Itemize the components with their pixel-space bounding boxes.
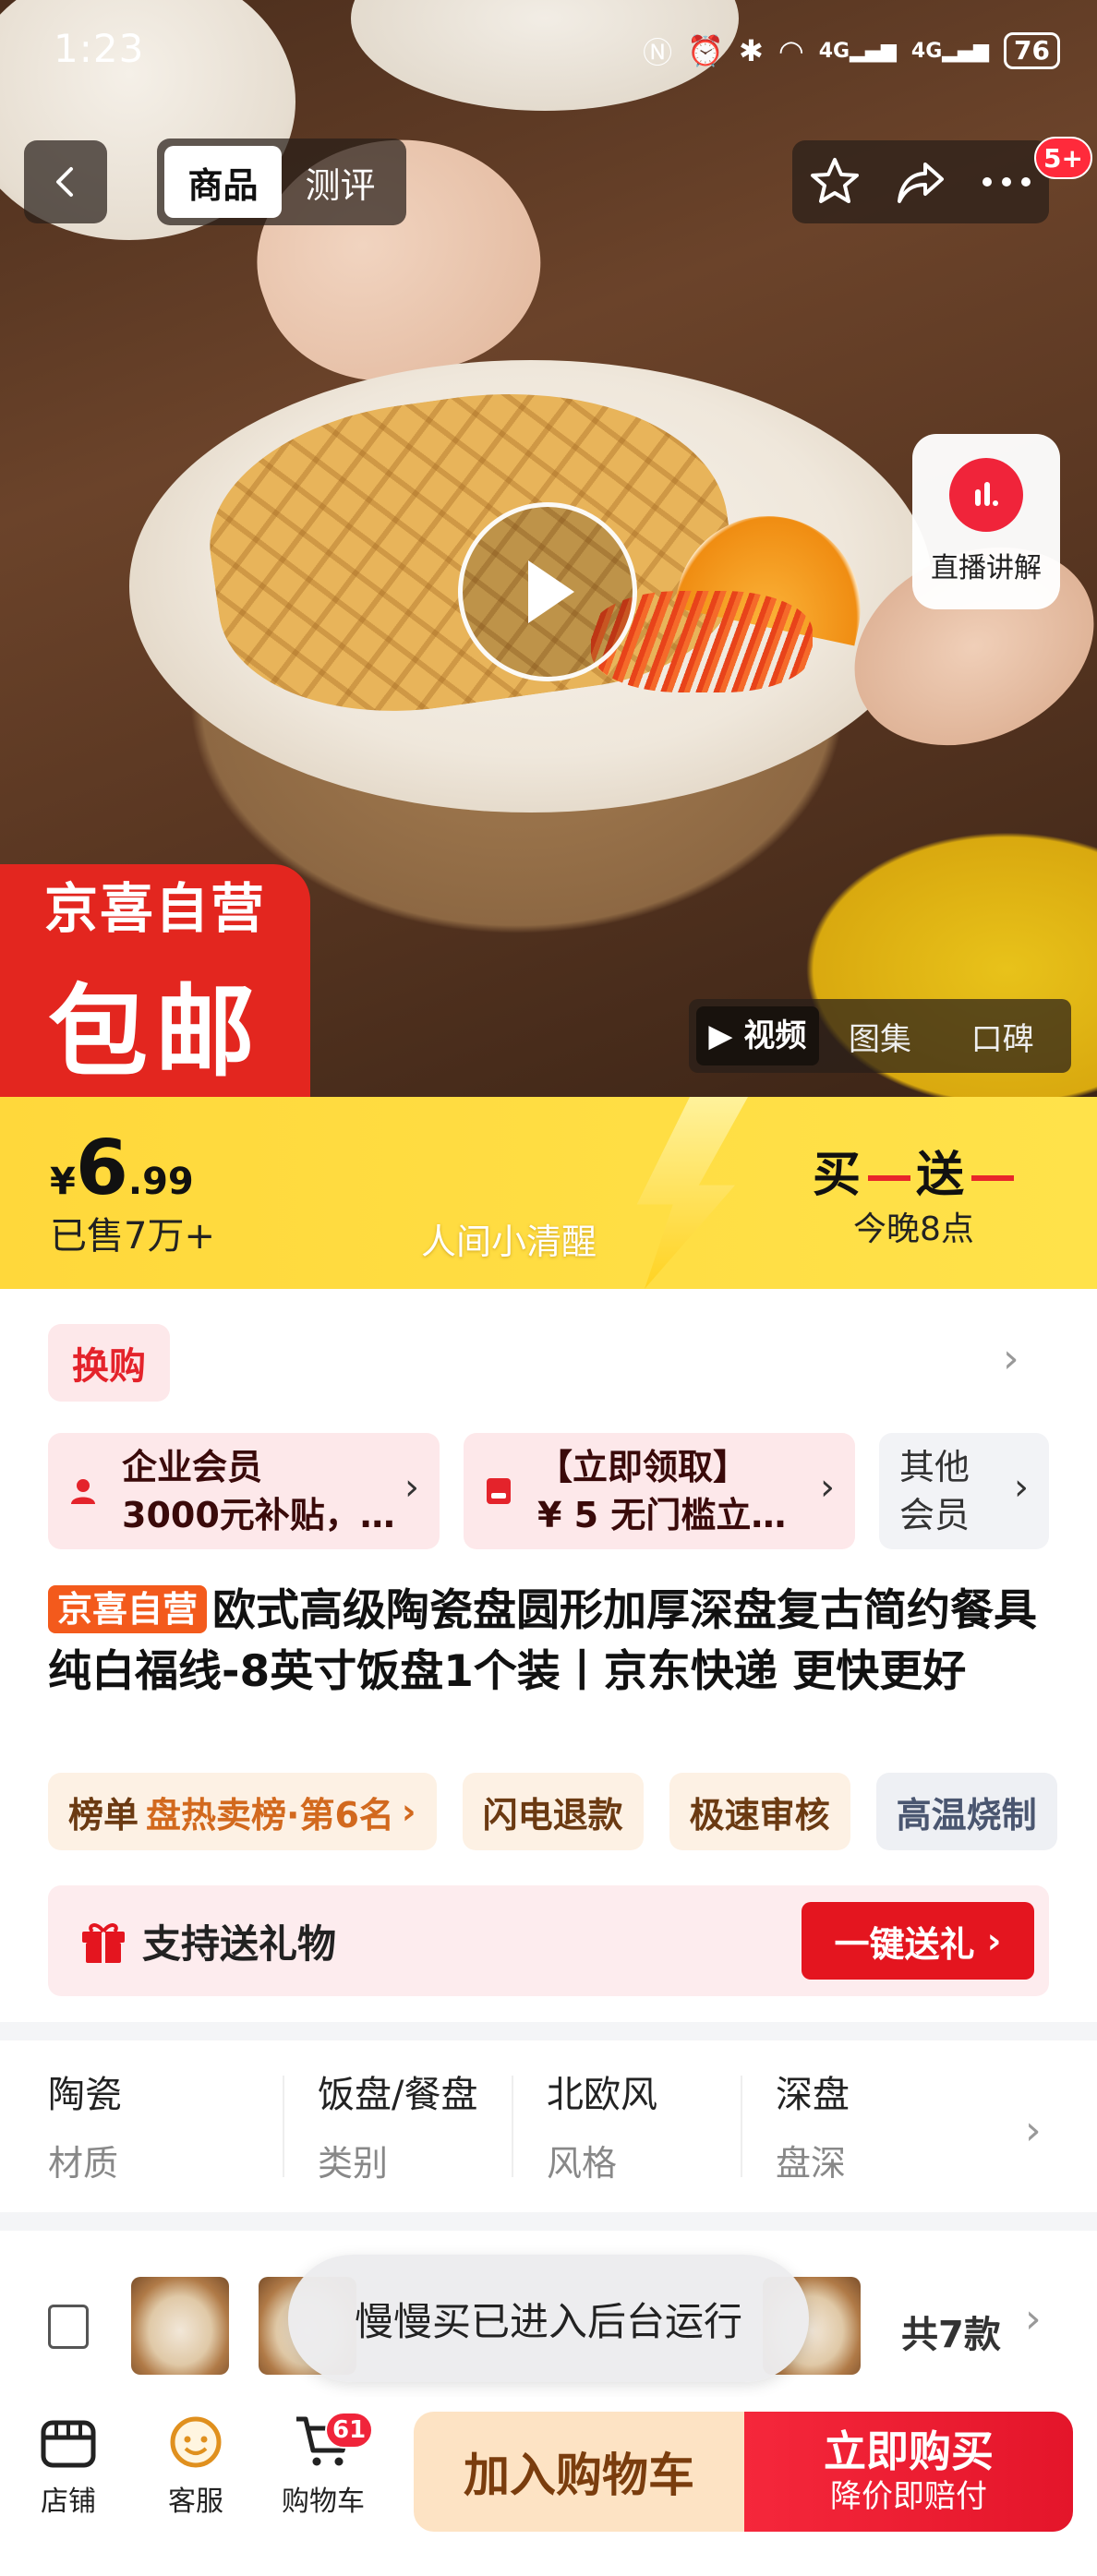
live-icon bbox=[949, 458, 1023, 532]
chevron-right-icon: › bbox=[820, 1466, 835, 1509]
bluetooth-icon: ✱ bbox=[739, 33, 764, 68]
signal-icon-1: 4G▂▄▆ bbox=[818, 39, 897, 63]
star-icon bbox=[811, 158, 860, 203]
attributes-chevron-icon[interactable]: › bbox=[1025, 2107, 1042, 2154]
sku-select-icon bbox=[48, 2305, 89, 2349]
buy-one-get-one: 买送 bbox=[813, 1136, 1019, 1205]
customer-service-icon bbox=[170, 2416, 222, 2468]
status-icons: Ⓝ ⏰ ✱ ◠ 4G▂▄▆ 4G▂▄▆ 76 bbox=[643, 30, 1060, 72]
fast-review-pill[interactable]: 极速审核 bbox=[669, 1773, 850, 1850]
service-label: 客服 bbox=[168, 2486, 223, 2518]
sku-thumbnail[interactable] bbox=[131, 2277, 229, 2375]
media-tab-reviews[interactable]: 口碑 bbox=[941, 1014, 1064, 1059]
cart-count-badge: 61 bbox=[325, 2412, 374, 2449]
tab-review[interactable]: 测评 bbox=[282, 146, 399, 218]
message-badge: 5+ bbox=[1034, 137, 1092, 179]
battery-icon: 76 bbox=[1004, 32, 1060, 69]
sku-chevron-icon: › bbox=[1025, 2295, 1042, 2342]
user-icon bbox=[71, 1479, 95, 1504]
top-actions bbox=[792, 140, 1049, 223]
play-video-button[interactable] bbox=[458, 502, 637, 681]
price-banner: ¥ 6 .99 已售7万+ 人间小清醒 买送 今晚8点 bbox=[0, 1097, 1097, 1289]
swap-chevron-icon[interactable]: › bbox=[1003, 1335, 1019, 1382]
tab-product[interactable]: 商品 bbox=[164, 146, 282, 218]
promo-line-2: 包邮 bbox=[47, 975, 262, 1090]
buy-now-sublabel: 降价即赔付 bbox=[830, 2478, 987, 2515]
signal-icon-2: 4G▂▄▆ bbox=[910, 39, 990, 63]
coupon-claim-now[interactable]: 【立即领取】 ¥ 5 无门槛立… › bbox=[464, 1433, 855, 1549]
lightning-icon bbox=[636, 1097, 748, 1289]
wifi-icon: ◠ bbox=[778, 33, 804, 68]
product-attributes[interactable]: 陶瓷 材质 饭盘/餐盘 类别 北欧风 风格 深盘 盘深 bbox=[0, 2040, 1097, 2212]
nfc-icon: Ⓝ bbox=[643, 35, 673, 70]
background-running-toast: 慢慢买已进入后台运行 bbox=[288, 2255, 809, 2382]
attr-material: 陶瓷 材质 bbox=[48, 2074, 122, 2184]
store-button[interactable]: 店铺 bbox=[13, 2413, 124, 2519]
gift-icon bbox=[82, 1922, 125, 1963]
cart-label: 购物车 bbox=[282, 2486, 365, 2518]
coupon-1-line-1: 企业会员 bbox=[122, 1447, 263, 1487]
attr-category: 饭盘/餐盘 类别 bbox=[277, 2040, 506, 2212]
buy-now-label: 立即购买 bbox=[824, 2426, 994, 2476]
live-explain-button[interactable]: 直播讲解 bbox=[912, 434, 1060, 609]
high-temp-pill[interactable]: 高温烧制 bbox=[875, 1773, 1057, 1850]
top-tab-switch: 商品 测评 bbox=[157, 138, 406, 225]
coupon-other-member[interactable]: 其他 会员 › bbox=[879, 1433, 1049, 1549]
swap-purchase-chip[interactable]: 换购 bbox=[48, 1324, 170, 1402]
ranking-pill[interactable]: 榜单 盘热卖榜·第6名 › bbox=[48, 1773, 437, 1850]
gift-support-row: 支持送礼物 一键送礼 › bbox=[48, 1885, 1049, 1996]
self-operated-tag: 京喜自营 bbox=[48, 1585, 208, 1633]
coupon-3-line-1: 其他 bbox=[899, 1447, 970, 1487]
chevron-right-icon: › bbox=[1014, 1466, 1029, 1509]
promo-line-1: 京喜自营 bbox=[43, 877, 266, 940]
price-integer: 6 bbox=[75, 1125, 128, 1212]
section-divider bbox=[0, 2022, 1097, 2040]
back-button[interactable] bbox=[24, 140, 107, 223]
status-bar: 1:23 Ⓝ ⏰ ✱ ◠ 4G▂▄▆ 4G▂▄▆ 76 bbox=[0, 0, 1097, 111]
customer-service-button[interactable]: 客服 bbox=[140, 2413, 251, 2519]
free-shipping-tag: 京喜自营 包邮 bbox=[0, 864, 310, 1097]
coupon-2-line-2: ¥ 5 无门槛立… bbox=[537, 1495, 787, 1535]
add-to-cart-button[interactable]: 加入购物车 bbox=[414, 2412, 744, 2532]
sku-count: 共7款 bbox=[901, 2314, 1001, 2356]
product-title: 京喜自营 欧式高级陶瓷盘圆形加厚深盘复古简约餐具 纯白福线-8英寸饭盘1个装丨京东… bbox=[48, 1581, 1055, 1703]
store-label: 店铺 bbox=[41, 2486, 96, 2518]
buy-now-button[interactable]: 立即购买 降价即赔付 bbox=[744, 2412, 1073, 2532]
section-divider bbox=[0, 2212, 1097, 2231]
one-click-gift-button[interactable]: 一键送礼 › bbox=[802, 1902, 1034, 1980]
media-tab-video[interactable]: ▶ 视频 bbox=[696, 1006, 819, 1065]
service-pills: 榜单 盘热卖榜·第6名 › 闪电退款 极速审核 高温烧制 bbox=[48, 1773, 1057, 1850]
media-tab-gallery[interactable]: 图集 bbox=[819, 1014, 942, 1059]
chevron-left-icon bbox=[56, 167, 73, 197]
live-label: 直播讲解 bbox=[931, 552, 1042, 584]
price-slogan: 人间小清醒 bbox=[421, 1222, 597, 1262]
bottom-action-bar: 店铺 客服 购物车 61 加入购物车 立即购买 降价即赔付 bbox=[0, 2397, 1097, 2576]
status-time: 1:23 bbox=[54, 26, 145, 71]
sold-count: 已售7万+ bbox=[50, 1215, 215, 1258]
product-hero-video[interactable]: 1:23 Ⓝ ⏰ ✱ ◠ 4G▂▄▆ 4G▂▄▆ 76 商品 测评 5+ 直播讲… bbox=[0, 0, 1097, 1097]
chevron-right-icon: › bbox=[404, 1466, 419, 1509]
deal-time: 今晚8点 bbox=[853, 1210, 974, 1248]
price-decimal: .99 bbox=[127, 1161, 194, 1203]
coupon-enterprise-member[interactable]: 企业会员 3000元补贴，… › bbox=[48, 1433, 440, 1549]
media-tabs: ▶ 视频 图集 口碑 bbox=[689, 999, 1071, 1073]
share-icon bbox=[897, 163, 944, 203]
price-currency: ¥ bbox=[50, 1161, 76, 1203]
favorite-button[interactable] bbox=[802, 150, 867, 214]
more-dots-icon bbox=[982, 177, 1031, 187]
play-icon bbox=[528, 560, 574, 623]
coupon-2-line-1: 【立即领取】 bbox=[537, 1447, 749, 1487]
attr-depth: 深盘 盘深 bbox=[735, 2040, 964, 2212]
gift-label: 支持送礼物 bbox=[79, 1913, 336, 1969]
product-price: ¥ 6 .99 bbox=[50, 1125, 194, 1212]
coupon-1-line-2: 3000元补贴，… bbox=[122, 1495, 395, 1535]
share-button[interactable] bbox=[888, 150, 953, 214]
attr-style: 北欧风 风格 bbox=[506, 2040, 735, 2212]
coupon-icon bbox=[487, 1478, 511, 1504]
more-button[interactable] bbox=[974, 150, 1039, 214]
flash-refund-pill[interactable]: 闪电退款 bbox=[462, 1773, 644, 1850]
alarm-icon: ⏰ bbox=[687, 33, 725, 68]
store-icon bbox=[41, 2420, 96, 2468]
coupon-3-line-2: 会员 bbox=[899, 1495, 970, 1535]
